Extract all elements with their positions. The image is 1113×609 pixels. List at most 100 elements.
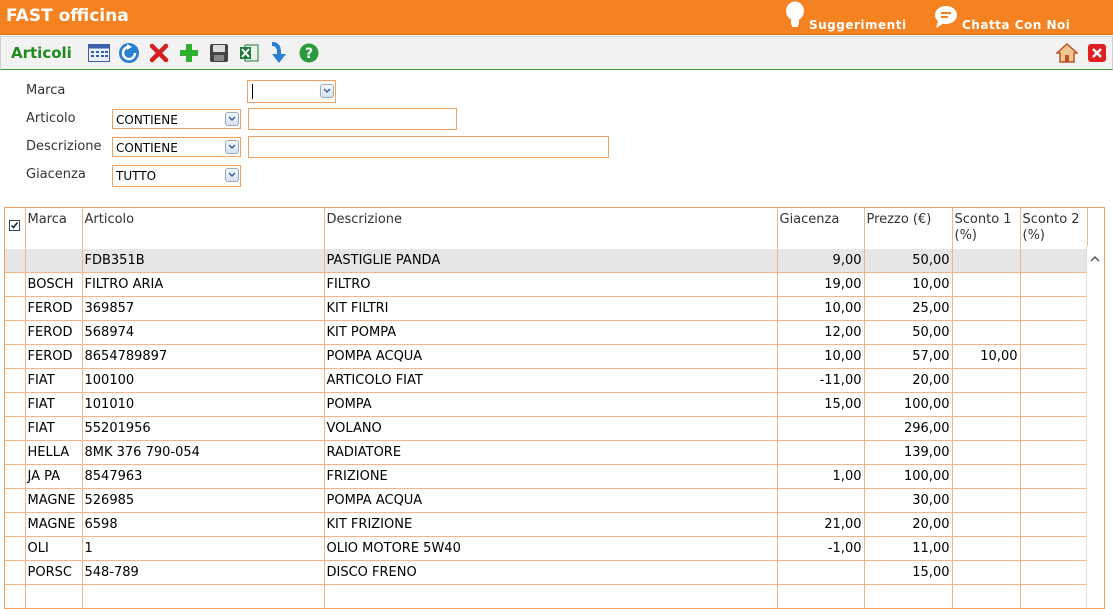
cell-prezzo: 100,00 bbox=[864, 392, 953, 417]
cell-prezzo: 100,00 bbox=[864, 464, 953, 489]
app-title: FAST officina bbox=[6, 6, 129, 26]
cell-descrizione: POMPA bbox=[324, 392, 778, 417]
cell-sconto1 bbox=[952, 440, 1021, 465]
table-row[interactable]: PORSC 548-789 DISCO FRENO 15,00 bbox=[5, 560, 1088, 585]
chevron-down-icon[interactable] bbox=[320, 84, 334, 98]
cell-articolo: 100100 bbox=[82, 368, 325, 393]
table-row[interactable]: FEROD 568974 KIT POMPA 12,00 50,00 bbox=[5, 320, 1088, 345]
row-selector[interactable] bbox=[5, 488, 26, 513]
articolo-input[interactable] bbox=[248, 108, 457, 130]
cell-sconto2 bbox=[1020, 296, 1088, 321]
suggestions-label: Suggerimenti bbox=[809, 18, 907, 32]
cell-sconto1 bbox=[952, 464, 1021, 489]
save-icon[interactable] bbox=[207, 42, 231, 64]
row-selector[interactable] bbox=[5, 320, 26, 345]
cell-descrizione: KIT FILTRI bbox=[324, 296, 778, 321]
cell-marca: FEROD bbox=[25, 320, 83, 345]
close-icon[interactable] bbox=[1085, 42, 1109, 64]
table-row[interactable]: MAGNE 526985 POMPA ACQUA 30,00 bbox=[5, 488, 1088, 513]
articles-grid: Marca Articolo Descrizione Giacenza Prez… bbox=[4, 207, 1105, 609]
cell-descrizione: DISCO FRENO bbox=[324, 560, 778, 585]
descrizione-input[interactable] bbox=[248, 136, 609, 158]
cell-marca: FIAT bbox=[25, 416, 83, 441]
cell-giacenza: 10,00 bbox=[777, 296, 865, 321]
table-row[interactable]: FDB351B PASTIGLIE PANDA 9,00 50,00 bbox=[5, 249, 1088, 273]
descrizione-operator-select[interactable]: CONTIENE bbox=[112, 137, 241, 157]
grid-view-icon[interactable] bbox=[87, 42, 111, 64]
table-row[interactable]: FEROD 369857 KIT FILTRI 10,00 25,00 bbox=[5, 296, 1088, 321]
descrizione-label: Descrizione bbox=[26, 139, 102, 154]
cell-sconto2 bbox=[1020, 536, 1088, 561]
add-icon[interactable] bbox=[177, 42, 201, 64]
delete-icon[interactable] bbox=[147, 42, 171, 64]
excel-export-icon[interactable] bbox=[237, 42, 261, 64]
chevron-down-icon[interactable] bbox=[225, 140, 239, 154]
cell-prezzo: 50,00 bbox=[864, 249, 953, 273]
table-row[interactable]: OLI 1 OLIO MOTORE 5W40 -1,00 11,00 bbox=[5, 536, 1088, 561]
table-row[interactable]: JA PA 8547963 FRIZIONE 1,00 100,00 bbox=[5, 464, 1088, 489]
table-row[interactable]: HELLA 8MK 376 790-054 RADIATORE 139,00 bbox=[5, 440, 1088, 465]
marca-select[interactable] bbox=[247, 80, 336, 103]
cell-sconto2 bbox=[1020, 560, 1088, 585]
row-selector[interactable] bbox=[5, 464, 26, 489]
row-selector[interactable] bbox=[5, 584, 26, 608]
cell-sconto1 bbox=[952, 584, 1021, 608]
help-icon[interactable]: ? bbox=[297, 42, 321, 64]
giacenza-label: Giacenza bbox=[26, 167, 86, 182]
row-selector[interactable] bbox=[5, 392, 26, 417]
cell-marca: BOSCH bbox=[25, 272, 83, 297]
cell-marca: OLI bbox=[25, 536, 83, 561]
row-selector[interactable] bbox=[5, 368, 26, 393]
row-selector[interactable] bbox=[5, 296, 26, 321]
row-selector[interactable] bbox=[5, 512, 26, 537]
chevron-down-icon[interactable] bbox=[225, 112, 239, 126]
cell-sconto2 bbox=[1020, 440, 1088, 465]
cell-articolo: 1 bbox=[82, 536, 325, 561]
home-icon[interactable] bbox=[1055, 42, 1079, 64]
cell-marca: MAGNE bbox=[25, 488, 83, 513]
row-selector[interactable] bbox=[5, 536, 26, 561]
cell-sconto2 bbox=[1020, 392, 1088, 417]
cell-marca: FIAT bbox=[25, 368, 83, 393]
row-selector[interactable] bbox=[5, 272, 26, 297]
articolo-operator-value: CONTIENE bbox=[116, 113, 178, 127]
table-row[interactable]: FIAT 101010 POMPA 15,00 100,00 bbox=[5, 392, 1088, 417]
articolo-operator-select[interactable]: CONTIENE bbox=[112, 109, 241, 129]
cell-sconto2 bbox=[1020, 368, 1088, 393]
cell-descrizione: ARTICOLO FIAT bbox=[324, 368, 778, 393]
vertical-scrollbar[interactable] bbox=[1086, 246, 1104, 608]
download-arrow-icon[interactable] bbox=[267, 42, 291, 64]
cell-articolo: 101010 bbox=[82, 392, 325, 417]
suggestions-link[interactable]: Suggerimenti bbox=[784, 1, 907, 35]
row-selector[interactable] bbox=[5, 344, 26, 369]
table-row[interactable] bbox=[5, 584, 1088, 608]
table-row[interactable]: FIAT 55201956 VOLANO 296,00 bbox=[5, 416, 1088, 441]
chevron-down-icon[interactable] bbox=[225, 168, 239, 182]
table-row[interactable]: MAGNE 6598 KIT FRIZIONE 21,00 20,00 bbox=[5, 512, 1088, 537]
cell-prezzo: 20,00 bbox=[864, 368, 953, 393]
table-row[interactable]: FEROD 8654789897 POMPA ACQUA 10,00 57,00 10,0… bbox=[5, 344, 1088, 369]
cell-descrizione: KIT FRIZIONE bbox=[324, 512, 778, 537]
cell-prezzo: 20,00 bbox=[864, 512, 953, 537]
cell-descrizione: POMPA ACQUA bbox=[324, 488, 778, 513]
app-header: FAST officina Suggerimenti Chatta Con No… bbox=[0, 0, 1113, 35]
row-selector[interactable] bbox=[5, 416, 26, 441]
cell-prezzo: 25,00 bbox=[864, 296, 953, 321]
cell-prezzo: 296,00 bbox=[864, 416, 953, 441]
chat-link[interactable]: Chatta Con Noi bbox=[933, 4, 1070, 35]
cell-sconto2 bbox=[1020, 272, 1088, 297]
cell-descrizione: PASTIGLIE PANDA bbox=[324, 249, 778, 273]
row-selector[interactable] bbox=[5, 440, 26, 465]
cell-prezzo bbox=[864, 584, 953, 608]
cell-sconto2 bbox=[1020, 249, 1088, 273]
row-selector[interactable] bbox=[5, 560, 26, 585]
giacenza-select[interactable]: TUTTO bbox=[112, 165, 241, 187]
table-row[interactable]: BOSCH FILTRO ARIA FILTRO 19,00 10,00 bbox=[5, 272, 1088, 297]
cell-descrizione: POMPA ACQUA bbox=[324, 344, 778, 369]
scroll-up-icon[interactable] bbox=[1090, 252, 1100, 262]
row-selector[interactable] bbox=[5, 249, 26, 273]
table-row[interactable]: FIAT 100100 ARTICOLO FIAT -11,00 20,00 bbox=[5, 368, 1088, 393]
cell-descrizione: RADIATORE bbox=[324, 440, 778, 465]
cell-sconto1 bbox=[952, 272, 1021, 297]
refresh-icon[interactable] bbox=[117, 42, 141, 64]
